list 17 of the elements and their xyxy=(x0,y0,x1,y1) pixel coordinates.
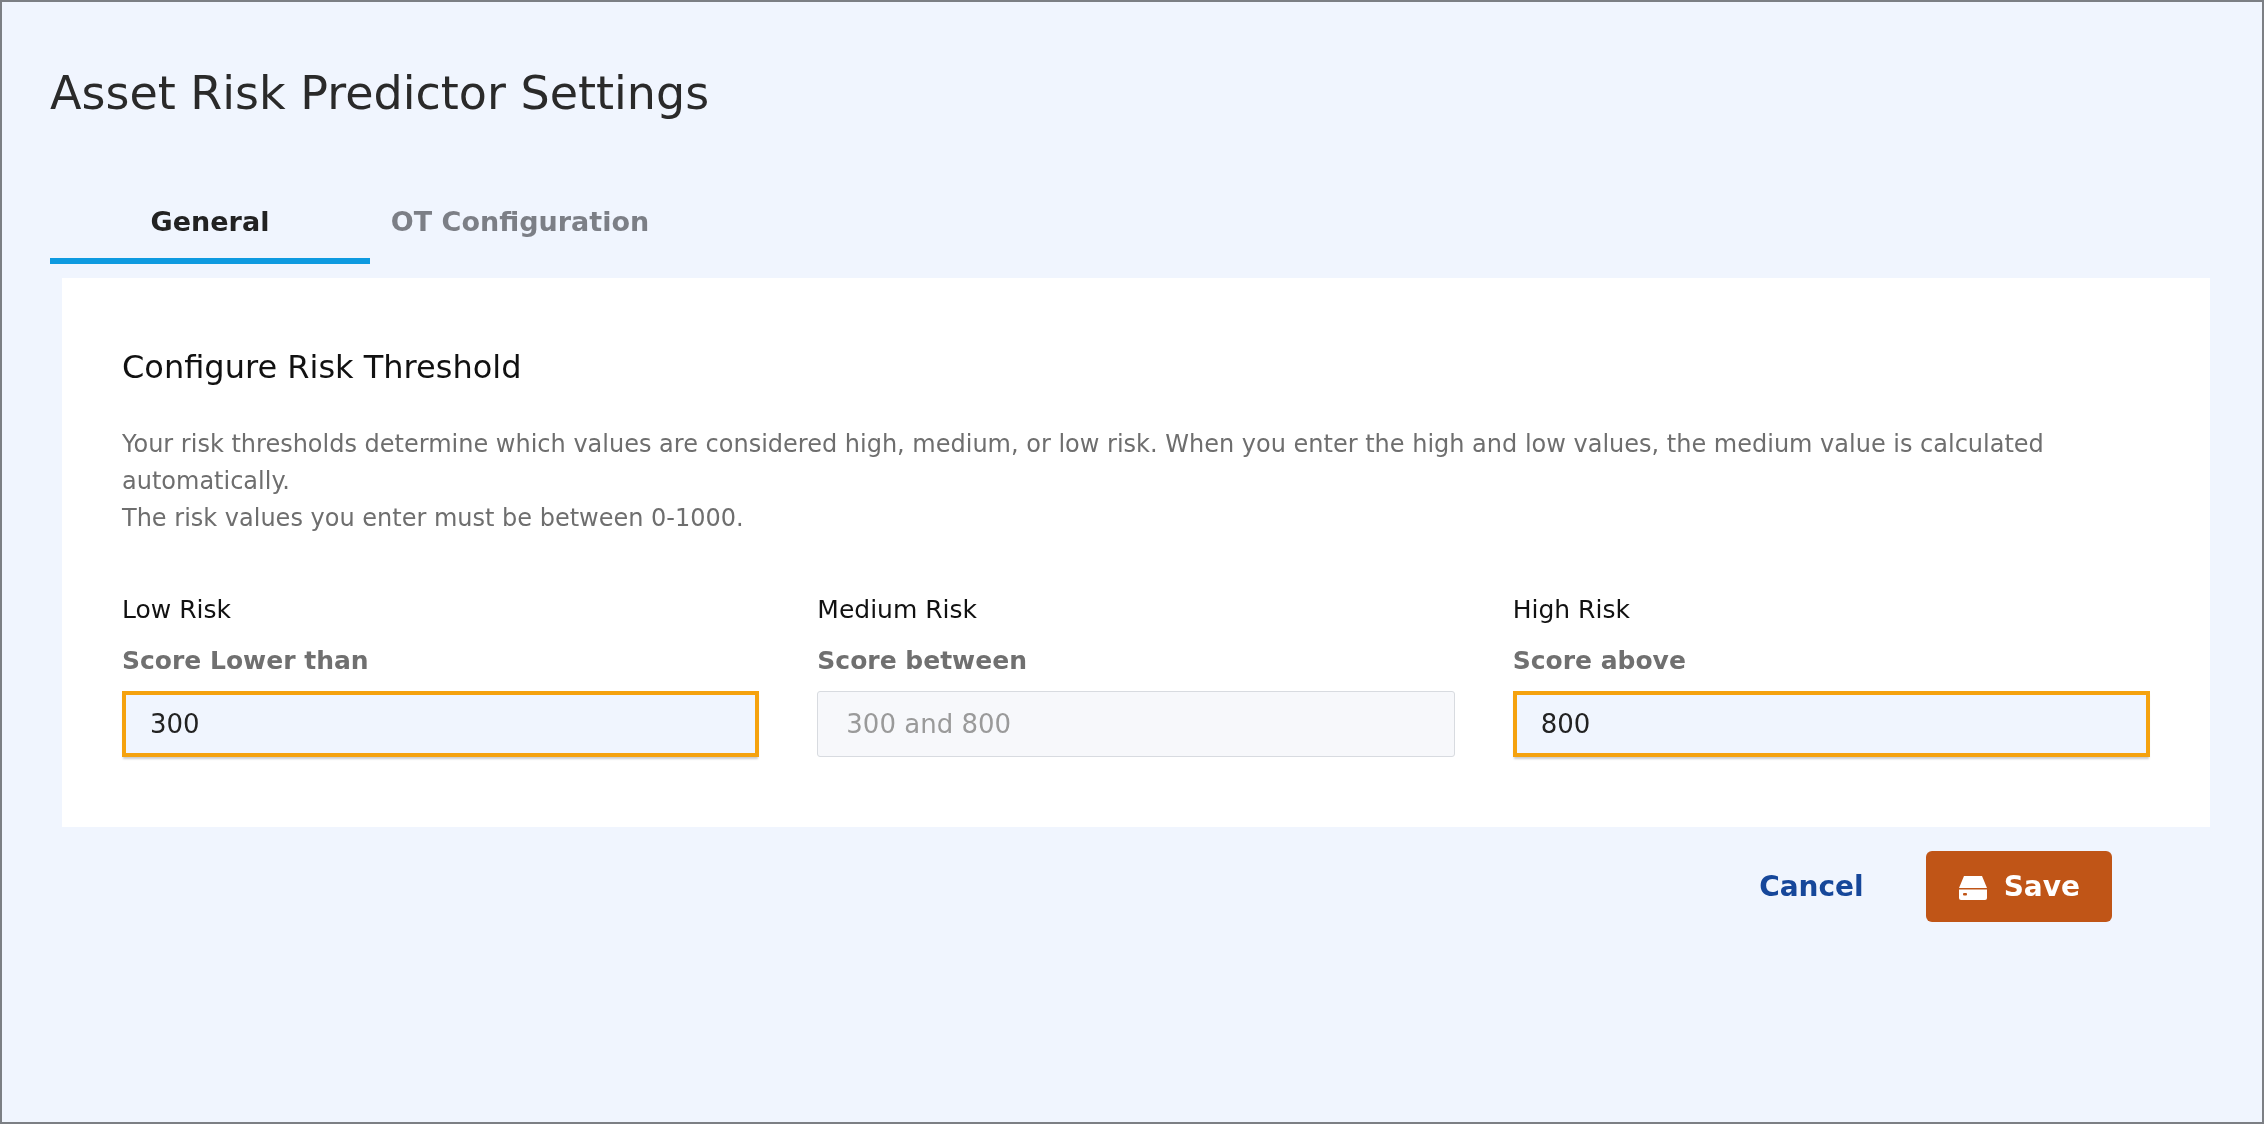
score-input[interactable]: 800 xyxy=(1512,691,2150,757)
save-button[interactable]: Save xyxy=(1925,851,2112,922)
field-label: Medium Risk xyxy=(817,595,978,624)
score-input[interactable]: 300 xyxy=(122,691,760,757)
field-label: High Risk xyxy=(1512,595,1630,624)
field-sublabel: Score above xyxy=(1512,646,1686,675)
field-sublabel: Score between xyxy=(817,646,1027,675)
tab[interactable]: OT Configuration xyxy=(370,184,670,264)
tab[interactable]: General xyxy=(50,184,370,264)
field-label: Low Risk xyxy=(122,595,231,624)
cancel-button[interactable]: Cancel xyxy=(1755,860,1868,913)
page-title: Asset Risk Predictor Settings xyxy=(50,66,710,120)
description-text: The risk values you enter must be between 0-1000. xyxy=(122,503,745,534)
field-sublabel: Score Lower than xyxy=(122,646,369,675)
section-heading: Configure Risk Threshold xyxy=(122,348,522,386)
drive-icon xyxy=(1957,873,1988,900)
description-text: Your risk thresholds determine which values are considered high, medium, or low risk. When you enter the high and low values, the medium value is calculated automatically. xyxy=(122,429,2045,497)
